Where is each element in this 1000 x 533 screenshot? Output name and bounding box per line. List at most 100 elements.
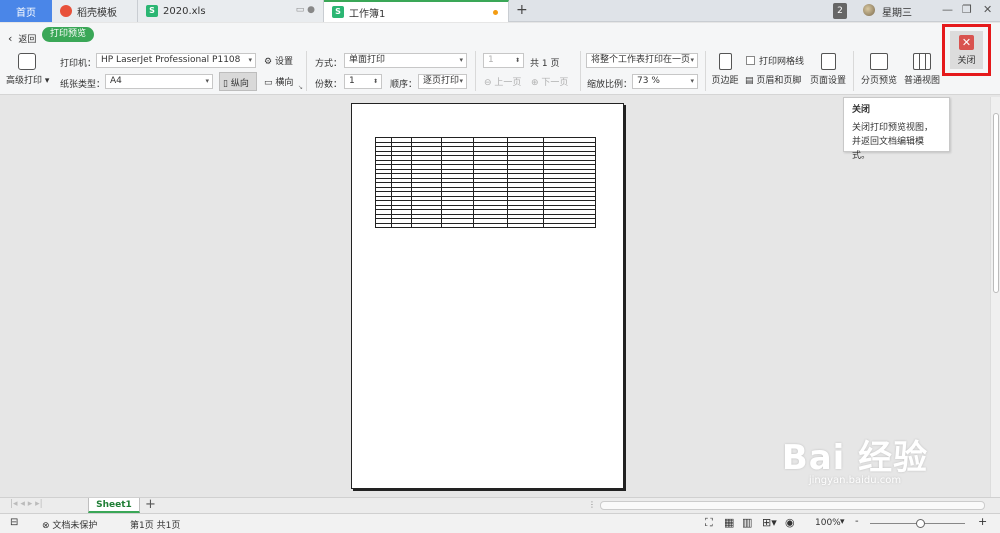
ribbon-separator [580,51,581,91]
new-tab-button[interactable]: + [516,2,528,18]
header-footer-button[interactable]: ▤ 页眉和页脚 [745,73,801,86]
tab-file-2020[interactable]: S 2020.xls ▭ ● [138,0,324,22]
order-label: 顺序： [390,80,418,90]
normal-view-icon[interactable]: ▦ [724,516,734,529]
paper-type-select[interactable]: A4 ▾ [105,74,213,89]
print-preview-page [351,103,624,489]
table-cell [507,222,544,228]
scrollbar-thumb[interactable] [993,113,999,293]
portrait-button[interactable]: ▯ 纵向 [219,72,257,91]
page-number-input[interactable]: 1 ⬍ [483,53,524,68]
tab-workbook-label: 工作簿1 [349,8,386,20]
restore-icon[interactable]: ❐ [962,3,972,16]
margins-label: 页边距 [711,76,739,86]
fullscreen-icon[interactable]: ⛶ [705,516,713,530]
chevron-down-icon: ▾ [248,56,252,64]
horizontal-scrollbar[interactable] [600,501,985,510]
monitor-icon[interactable]: ▭ ● [296,5,315,15]
print-gridlines-label: 打印网格线 [759,57,805,67]
tooltip-title: 关闭 [852,105,871,115]
printer-select[interactable]: HP LaserJet Professional P1108 ▾ [96,53,256,68]
page-setup-button[interactable]: 页面设置 [809,53,847,86]
zoom-level[interactable]: 100% [815,518,841,528]
protection-label: 文档未保护 [52,521,98,531]
minimize-icon[interactable]: — [942,3,953,16]
page-layout-icon[interactable]: ▥ [742,516,752,529]
portrait-icon: ▯ [223,79,228,89]
fit-to-page-select[interactable]: 将整个工作表打印在一页 ▾ [586,53,698,68]
copies-stepper[interactable]: 1 ⬍ [344,74,382,89]
ribbon-separator [306,51,307,91]
stepper-arrows-icon[interactable]: ⬍ [373,75,378,88]
zoom-ratio-label: 缩放比例： [587,80,633,90]
advanced-print-button[interactable]: 高级打印 ▾ [6,53,50,86]
page-setup-launcher-icon[interactable]: ↘ [298,84,303,91]
fit-to-page-value: 将整个工作表打印在一页 [591,55,691,65]
copies-label: 份数： [315,80,343,90]
zoom-slider-handle[interactable] [916,519,925,528]
table-cell [411,222,442,228]
table-cell [441,222,474,228]
baidu-watermark: Bai 经验 jingyan.baidu.com [765,430,945,486]
close-icon: ✕ [959,35,974,50]
page-break-icon [870,53,888,70]
print-method-value: 单面打印 [349,55,386,65]
landscape-button[interactable]: ▭ 横向 [264,75,293,88]
more-sheets-icon[interactable]: ⋮ [588,500,596,509]
chevron-down-icon: ▾ [42,76,50,86]
page-break-preview-button[interactable]: 分页预览 [860,53,898,86]
zoom-dropdown-icon[interactable]: ▾ [840,517,845,527]
zoom-out-button[interactable]: - [855,516,859,527]
margins-button[interactable]: 页边距 [710,53,740,86]
tab-bar: 首页 稻壳模板 S 2020.xls ▭ ● S 工作簿1 + 2 星期三 — … [0,0,1000,22]
printer-settings-button[interactable]: ⚙ 设置 [264,54,293,67]
printer-label: 打印机： [60,59,97,69]
landscape-icon: ▭ [264,78,273,88]
close-preview-button[interactable]: ✕ 关闭 [950,31,983,69]
shield-icon: ⊗ [42,521,50,531]
next-page-button[interactable]: ⊕ 下一页 [531,75,568,88]
chevron-left-icon: ‹ [8,32,13,45]
back-button[interactable]: ‹ 返回 [8,32,36,45]
sheet-nav-arrows-icon[interactable]: |◂ ◂ ▸ ▸| [10,499,43,509]
page-number-value: 1 [488,55,494,65]
copies-value: 1 [349,76,355,86]
eye-protection-icon[interactable]: ◉ [785,516,795,529]
page-count: 第1页 共1页 [130,521,181,531]
document-protection-status[interactable]: ⊗ 文档未保护 [42,518,97,531]
print-gridlines-checkbox[interactable]: 打印网格线 [746,54,804,67]
reading-layout-icon[interactable]: ⊞▾ [762,516,777,529]
print-order-select[interactable]: 逐页打印 ▾ [418,74,467,89]
tab-workbook[interactable]: S 工作簿1 [324,0,509,22]
ribbon-separator [853,51,854,91]
stepper-arrows-icon[interactable]: ⬍ [515,54,520,67]
wps-logo-icon [60,5,72,17]
sheet-tab-sheet1[interactable]: Sheet1 [88,498,140,513]
tab-file-label: 2020.xls [163,5,206,17]
avatar[interactable] [863,4,875,16]
user-name[interactable]: 星期三 [882,3,912,19]
method-label: 方式： [315,59,343,69]
close-tooltip: 关闭 关闭打印预览视图，并返回文档编辑模式。 [843,97,950,161]
tab-home[interactable]: 首页 [0,0,52,22]
tab-home-label: 首页 [16,7,36,19]
spreadsheet-file-icon: S [146,5,158,17]
window-close-icon[interactable]: ✕ [983,3,992,16]
table-cell [391,222,412,228]
add-sheet-button[interactable]: + [145,497,156,512]
print-preview-badge: 打印预览 [42,27,95,42]
zoom-in-button[interactable]: + [978,515,987,528]
previous-page-label: 上一页 [494,78,522,88]
zoom-ratio-select[interactable]: 73 % ▾ [632,74,698,89]
tab-template[interactable]: 稻壳模板 [52,0,138,22]
vertical-scrollbar[interactable] [990,97,1000,497]
chevron-down-icon: ▾ [205,77,209,85]
checkbox-icon [746,56,755,65]
print-method-select[interactable]: 单面打印 ▾ [344,53,467,68]
normal-view-button[interactable]: 普通视图 [903,53,941,86]
status-icon[interactable]: ⊟ [10,517,18,528]
previous-page-button[interactable]: ⊖ 上一页 [484,75,521,88]
zoom-ratio-value: 73 % [637,76,660,86]
window-count-badge[interactable]: 2 [833,3,847,19]
table-cell [543,222,596,228]
